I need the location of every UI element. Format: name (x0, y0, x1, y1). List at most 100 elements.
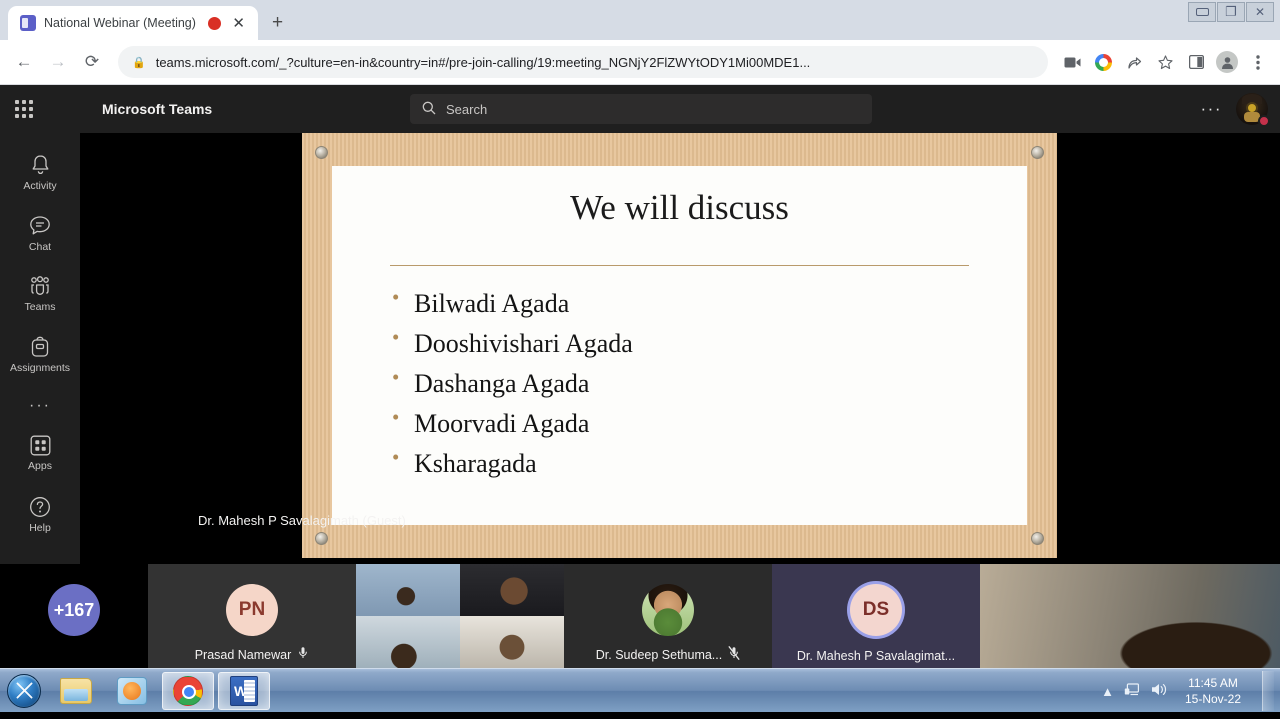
system-tray: ▲ 11:45 AM 15-Nov-22 (1101, 669, 1280, 713)
sidebar-item-help[interactable]: Help (6, 487, 74, 541)
media-cast-icon[interactable] (1058, 48, 1086, 76)
clock-time: 11:45 AM (1188, 675, 1238, 691)
browser-tab-strip: National Webinar (Meeting) ✕ + (0, 0, 1280, 40)
avatar: DS (850, 584, 902, 636)
participant-name: Dr. Mahesh P Savalagimat... (797, 649, 955, 663)
file-explorer-taskbar-icon[interactable] (50, 672, 102, 710)
sidebar-item-label: Activity (23, 181, 56, 193)
participant-name-row: Dr. Mahesh P Savalagimat... (772, 649, 980, 663)
search-placeholder: Search (446, 102, 487, 117)
participant-name: Prasad Namewar (195, 648, 292, 662)
sidebar-item-label: Apps (28, 461, 52, 473)
profile-icon[interactable] (1213, 48, 1241, 76)
people-icon (28, 274, 52, 298)
side-panel-icon[interactable] (1182, 48, 1210, 76)
teams-header-right: ··· (1201, 85, 1268, 133)
teams-left-rail: Activity Chat Teams (0, 133, 80, 564)
slide-divider (390, 265, 969, 266)
windows-start-orb[interactable] (2, 671, 46, 711)
browser-tab[interactable]: National Webinar (Meeting) ✕ (8, 6, 258, 40)
microphone-icon (297, 646, 309, 663)
slide-title: We will discuss (332, 166, 1027, 228)
show-hidden-icons-icon[interactable]: ▲ (1101, 684, 1114, 699)
participant-tile-overflow[interactable]: +167 (0, 564, 148, 668)
slide-bullet: Ksharagada (392, 444, 1027, 484)
microsoft-teams-app: Microsoft Teams Search ··· (0, 85, 1280, 668)
search-input[interactable]: Search (410, 94, 872, 124)
close-tab-icon[interactable]: ✕ (229, 14, 248, 33)
restore-window-button[interactable] (1217, 2, 1245, 22)
participant-name: Dr. Sudeep Sethuma... (596, 648, 722, 662)
chrome-menu-icon[interactable] (1244, 48, 1272, 76)
volume-icon[interactable] (1151, 682, 1168, 700)
close-window-button[interactable] (1246, 2, 1274, 22)
teams-favicon-icon (20, 15, 36, 31)
sidebar-item-label: Assignments (10, 363, 70, 375)
participant-name-row: Dr. Sudeep Sethuma... (564, 646, 772, 663)
chrome-taskbar-icon[interactable] (162, 672, 214, 710)
sidebar-item-more[interactable]: ··· (29, 387, 51, 425)
browser-tab-title: National Webinar (Meeting) (44, 16, 200, 30)
teams-brand-label: Microsoft Teams (102, 101, 212, 117)
reload-button[interactable]: ⟳ (76, 46, 108, 78)
minimize-window-button[interactable] (1188, 2, 1216, 22)
share-icon[interactable] (1120, 48, 1148, 76)
participant-tile-prasad[interactable]: PN Prasad Namewar (148, 564, 356, 668)
recording-dot-icon (208, 17, 221, 30)
participant-tile-sudeep[interactable]: Dr. Sudeep Sethuma... (564, 564, 772, 668)
google-icon[interactable] (1089, 48, 1117, 76)
sidebar-item-label: Help (29, 523, 51, 535)
search-icon (422, 101, 436, 118)
slide-bullet: Bilwadi Agada (392, 284, 1027, 324)
participant-tile-mahesh[interactable]: DS Dr. Mahesh P Savalagimat... (772, 564, 980, 668)
address-bar-url: teams.microsoft.com/_?culture=en-in&coun… (156, 55, 811, 70)
clock-date: 15-Nov-22 (1185, 691, 1241, 707)
microsoft-word-taskbar-icon[interactable] (218, 672, 270, 710)
user-avatar[interactable] (1236, 93, 1268, 125)
window-controls (1188, 2, 1274, 22)
meeting-stage: We will discuss Bilwadi Agada Dooshivish… (80, 133, 1280, 564)
backpack-icon (30, 335, 50, 359)
chat-bubble-icon (29, 214, 51, 238)
frame-screw-icon (1031, 532, 1044, 545)
frame-screw-icon (315, 532, 328, 545)
back-button[interactable]: ← (8, 46, 40, 78)
slide-bullet-list: Bilwadi Agada Dooshivishari Agada Dashan… (392, 284, 1027, 484)
sidebar-item-chat[interactable]: Chat (6, 206, 74, 260)
slide-bullet: Dashanga Agada (392, 364, 1027, 404)
overflow-count-avatar: +167 (48, 584, 100, 636)
network-icon[interactable] (1124, 682, 1141, 700)
sidebar-item-label: Chat (29, 242, 51, 254)
teams-body: Activity Chat Teams (0, 133, 1280, 564)
lock-icon: 🔒 (132, 56, 146, 69)
sidebar-item-apps[interactable]: Apps (6, 425, 74, 479)
slide-bullet: Dooshivishari Agada (392, 324, 1027, 364)
sidebar-item-label: Teams (25, 302, 56, 314)
new-tab-button[interactable]: + (272, 13, 283, 32)
show-desktop-button[interactable] (1262, 671, 1274, 711)
participant-tile-self[interactable] (980, 564, 1280, 668)
media-player-icon (117, 677, 147, 705)
status-badge (1258, 115, 1270, 127)
avatar: PN (226, 584, 278, 636)
participant-name-row: Prasad Namewar (148, 646, 356, 663)
teams-header: Microsoft Teams Search ··· (0, 85, 1280, 133)
bookmark-star-icon[interactable] (1151, 48, 1179, 76)
sidebar-item-assignments[interactable]: Assignments (6, 327, 74, 381)
windows-media-player-taskbar-icon[interactable] (106, 672, 158, 710)
sidebar-item-teams[interactable]: Teams (6, 266, 74, 320)
header-more-button[interactable]: ··· (1201, 99, 1222, 119)
chrome-icon (173, 676, 203, 706)
sidebar-item-activity[interactable]: Activity (6, 145, 74, 199)
presentation-slide: We will discuss Bilwadi Agada Dooshivish… (332, 166, 1027, 525)
toolbar-icons (1058, 48, 1272, 76)
participant-tile-video-grid[interactable] (356, 564, 564, 668)
frame-screw-icon (315, 146, 328, 159)
browser-toolbar: ← → ⟳ 🔒 teams.microsoft.com/_?culture=en… (0, 40, 1280, 85)
app-launcher-icon[interactable] (0, 100, 48, 118)
video-feed (980, 564, 1280, 668)
taskbar-clock[interactable]: 11:45 AM 15-Nov-22 (1178, 675, 1248, 707)
forward-button[interactable]: → (42, 46, 74, 78)
bell-icon (30, 153, 51, 177)
address-bar[interactable]: 🔒 teams.microsoft.com/_?culture=en-in&co… (118, 46, 1048, 78)
